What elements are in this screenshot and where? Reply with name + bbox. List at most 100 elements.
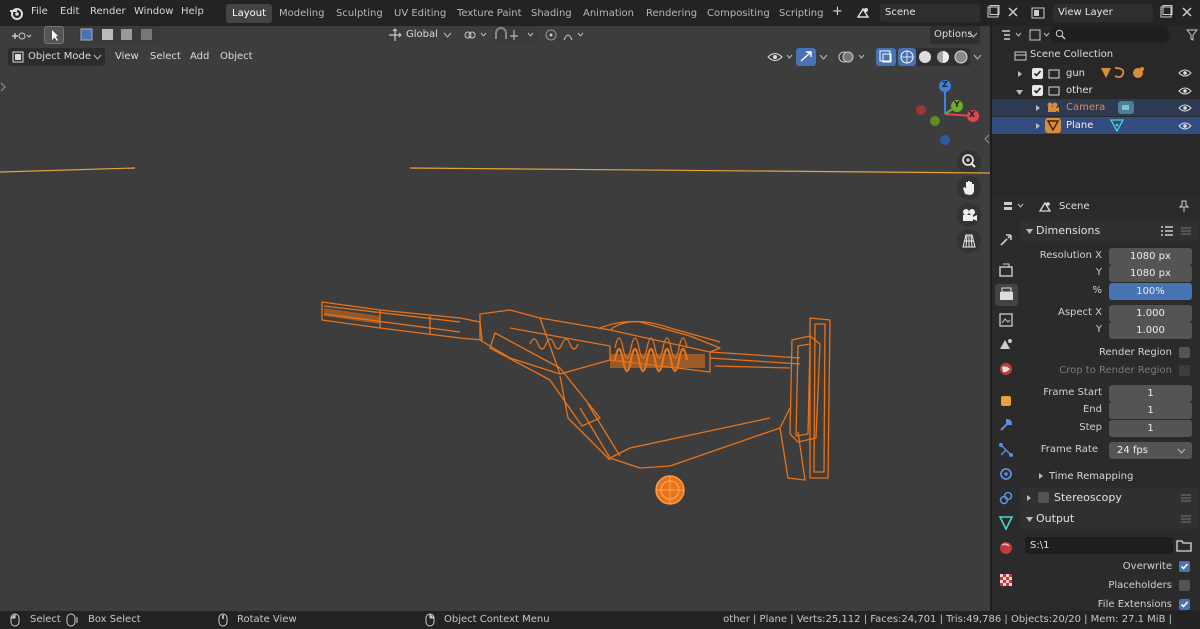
scene-icon[interactable] (855, 5, 871, 21)
tab-rendering[interactable]: Rendering (640, 4, 703, 23)
menu-select[interactable]: Select (150, 48, 181, 66)
stereoscopy-checkbox[interactable] (1038, 492, 1049, 503)
resolution-y-field[interactable]: 1080 px (1109, 265, 1192, 282)
resolution-percent-slider[interactable]: 100% (1109, 283, 1192, 300)
tab-layout[interactable]: Layout (226, 4, 272, 23)
object-visibility-icon[interactable] (766, 50, 796, 64)
expand-arrow-icon[interactable] (1034, 104, 1042, 112)
filter-icon[interactable] (1186, 28, 1198, 42)
chevron-down-icon[interactable] (973, 53, 982, 61)
placeholders-checkbox[interactable] (1179, 580, 1190, 591)
new-scene-icon[interactable] (986, 5, 1000, 19)
scene-tab-icon[interactable] (998, 336, 1014, 352)
sidebar-expand-icon[interactable] (984, 134, 990, 144)
outliner-row-plane[interactable] (992, 117, 1200, 134)
shading-mode-group[interactable] (898, 48, 970, 66)
outliner-item-gun[interactable]: gun (1066, 68, 1085, 79)
menu-help[interactable]: Help (181, 0, 204, 26)
crop-region-checkbox[interactable] (1179, 365, 1190, 376)
output-tab-active[interactable] (995, 284, 1018, 306)
eye-icon[interactable] (1178, 86, 1192, 96)
drag-handle-icon[interactable] (1180, 514, 1192, 524)
stereoscopy-section-header[interactable]: Stereoscopy (1020, 488, 1198, 508)
physics-tab-icon[interactable] (998, 466, 1014, 482)
frame-step-field[interactable]: 1 (1109, 420, 1192, 437)
menu-view[interactable]: View (115, 48, 139, 66)
presets-icon[interactable] (1160, 225, 1174, 237)
outliner-item-camera[interactable]: Camera (1066, 102, 1105, 113)
world-tab-icon[interactable] (998, 361, 1014, 377)
object-tab-icon[interactable] (998, 393, 1014, 409)
frame-start-field[interactable]: 1 (1109, 385, 1192, 402)
frame-end-field[interactable]: 1 (1109, 402, 1192, 419)
resolution-x-field[interactable]: 1080 px (1109, 248, 1192, 265)
tab-sculpting[interactable]: Sculpting (330, 4, 389, 23)
overlays-icon[interactable] (838, 50, 868, 64)
menu-window[interactable]: Window (134, 0, 173, 26)
eye-icon[interactable] (1178, 68, 1192, 78)
drag-handle-icon[interactable] (1180, 493, 1192, 503)
particles-tab-icon[interactable] (998, 442, 1014, 458)
constraints-tab-icon[interactable] (998, 490, 1014, 506)
selection-mode-group[interactable] (78, 26, 160, 44)
tab-animation[interactable]: Animation (577, 4, 640, 23)
outliner-item-plane[interactable]: Plane (1066, 120, 1093, 131)
menu-file[interactable]: File (31, 0, 48, 26)
aspect-x-field[interactable]: 1.000 (1109, 305, 1192, 322)
tab-modeling[interactable]: Modeling (273, 4, 331, 23)
perspective-toggle-button[interactable] (957, 229, 981, 253)
tool-tab-icon[interactable] (998, 232, 1014, 248)
tab-compositing[interactable]: Compositing (701, 4, 776, 23)
remove-view-layer-icon[interactable] (1180, 5, 1194, 19)
output-path-field[interactable]: S:\1 (1025, 537, 1173, 554)
collapse-arrow-icon[interactable] (1015, 88, 1024, 96)
pivot-point-icon[interactable] (462, 28, 488, 42)
aspect-y-field[interactable]: 1.000 (1109, 322, 1192, 339)
view-layer-icon[interactable] (1030, 5, 1046, 21)
editor-type-icon[interactable] (10, 28, 32, 44)
tab-texture-paint[interactable]: Texture Paint (451, 4, 528, 23)
3d-viewport[interactable]: Global Object Mode View Select Add Objec… (0, 26, 990, 611)
mode-dropdown[interactable]: Object Mode (8, 48, 105, 66)
expand-arrow-icon[interactable] (1037, 472, 1045, 480)
snap-toggle-group[interactable] (492, 26, 538, 44)
menu-object[interactable]: Object (220, 48, 253, 66)
select-tool-button[interactable] (44, 26, 64, 44)
options-dropdown[interactable]: Options (930, 26, 980, 44)
modifier-tab-icon[interactable] (998, 417, 1014, 433)
chevron-down-icon[interactable] (819, 53, 828, 61)
view-layer-tab-icon[interactable] (998, 312, 1014, 328)
view-layer-field[interactable]: View Layer (1053, 4, 1153, 22)
outliner-item-other[interactable]: other (1066, 85, 1093, 96)
toolbar-expand-icon[interactable] (0, 82, 6, 92)
properties-editor-type-icon[interactable] (1002, 199, 1028, 213)
render-tab-icon[interactable] (998, 262, 1014, 278)
blender-logo-icon[interactable] (8, 5, 24, 21)
texture-tab-icon[interactable] (998, 572, 1014, 588)
gun-wireframe-model[interactable] (310, 288, 850, 488)
tab-shading[interactable]: Shading (525, 4, 578, 23)
transform-orientation-dropdown[interactable]: Global (406, 26, 438, 44)
menu-render[interactable]: Render (90, 0, 126, 26)
time-remapping-subpanel[interactable]: Time Remapping (1049, 471, 1133, 482)
menu-edit[interactable]: Edit (60, 0, 79, 26)
transform-orientation-icon[interactable] (388, 28, 402, 42)
scene-collection-label[interactable]: Scene Collection (1030, 49, 1113, 60)
output-section-header[interactable]: Output (1020, 509, 1198, 529)
pin-icon[interactable] (1178, 200, 1190, 213)
drag-handle-icon[interactable] (1180, 226, 1192, 236)
dimensions-section-header[interactable]: Dimensions (1020, 221, 1198, 241)
gizmo-toggle-button[interactable] (796, 48, 816, 66)
camera-view-button[interactable] (957, 203, 981, 227)
xray-toggle-button[interactable] (876, 48, 896, 66)
render-region-checkbox[interactable] (1179, 347, 1190, 358)
eye-icon[interactable] (1178, 121, 1192, 131)
eye-icon[interactable] (1178, 103, 1192, 113)
expand-arrow-icon[interactable] (1034, 122, 1042, 130)
remove-scene-icon[interactable] (1006, 5, 1020, 19)
tab-uv-editing[interactable]: UV Editing (388, 4, 452, 23)
menu-add[interactable]: Add (190, 48, 209, 66)
expand-arrow-icon[interactable] (1016, 70, 1024, 78)
pan-button[interactable] (957, 176, 981, 200)
tab-scripting[interactable]: Scripting (773, 4, 829, 23)
